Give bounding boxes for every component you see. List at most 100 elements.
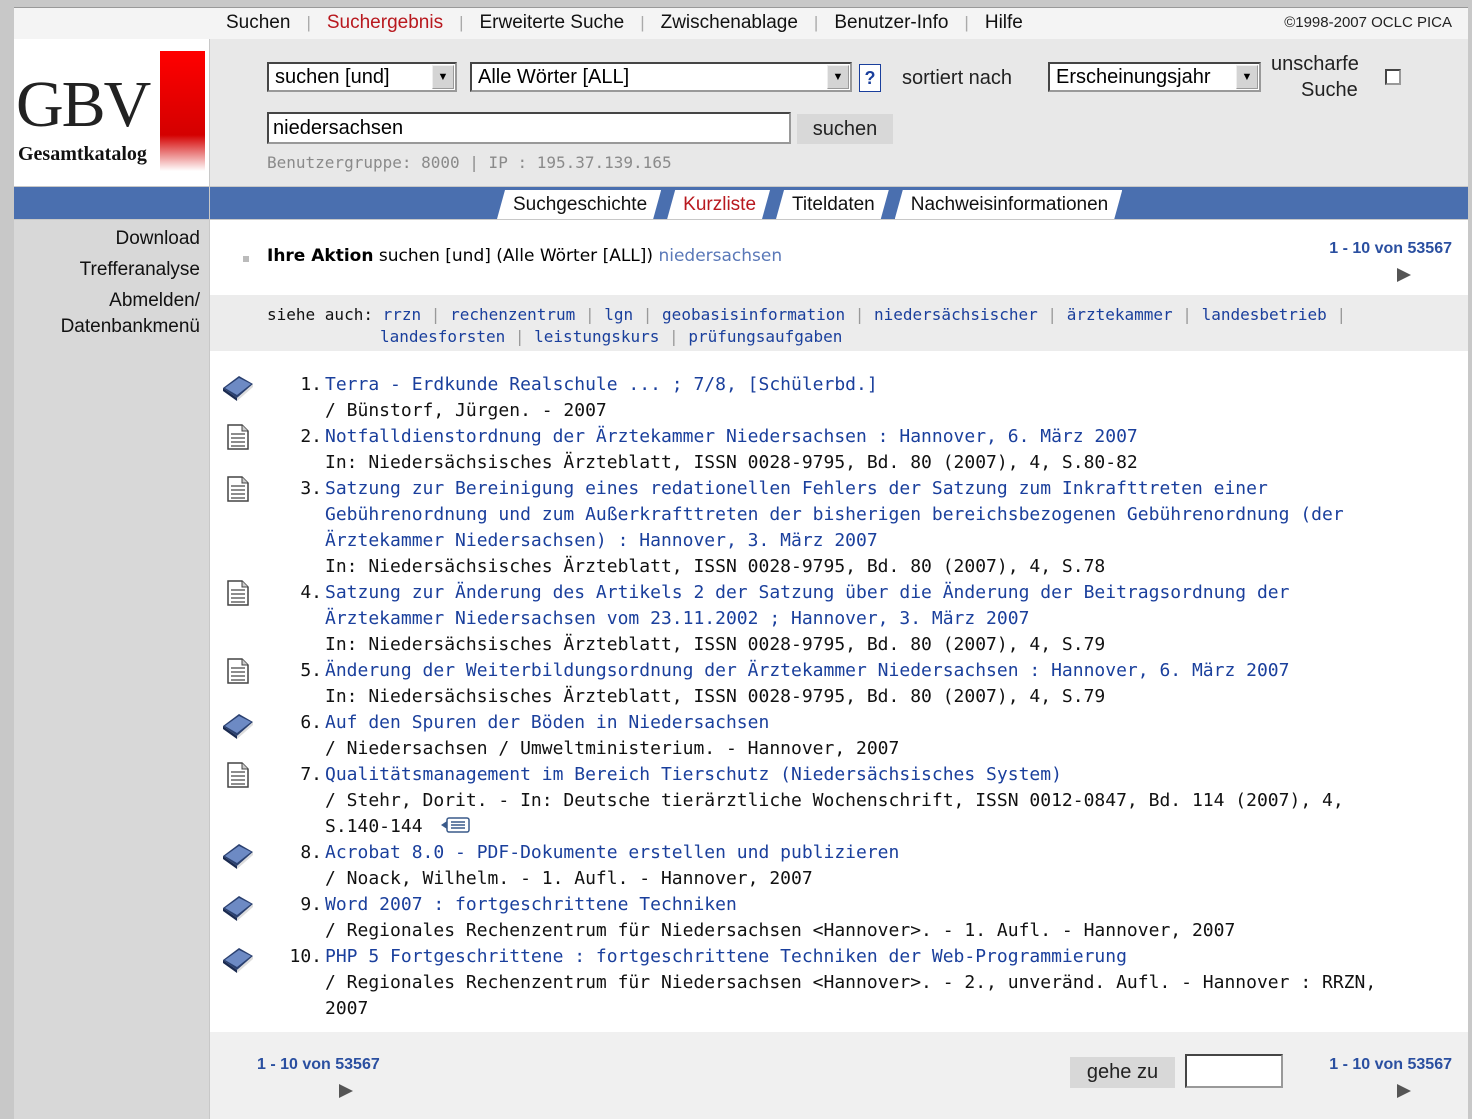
article-icon (227, 476, 249, 502)
book-icon (223, 896, 253, 921)
gbv-logo[interactable]: GBV Gesamtkatalog (14, 39, 209, 186)
left-border (0, 0, 14, 1119)
search-field-select[interactable]: Alle Wörter [ALL] ▼ (470, 62, 852, 92)
page: Suchen | Suchergebnis | Erweiterte Suche… (0, 0, 1472, 1119)
chevron-down-icon[interactable]: ▼ (432, 65, 454, 89)
sidebar-item-trefferanalyse[interactable]: Trefferanalyse (80, 259, 200, 281)
logo-text: GBV (16, 68, 151, 141)
result-number: 5. (300, 660, 322, 681)
result-title-link[interactable]: Änderung der Weiterbildungsordnung der Ä… (325, 660, 1290, 681)
pager-range-bottom-left: 1 - 10 von 53567 (257, 1056, 380, 1073)
result-number: 7. (300, 764, 322, 785)
see-also-link[interactable]: niedersächsischer (874, 305, 1038, 324)
tab-suchgeschichte[interactable]: Suchgeschichte (497, 190, 661, 219)
result-detail: In: Niedersächsisches Ärzteblatt, ISSN 0… (325, 686, 1106, 707)
result-title-link[interactable]: Ärztekammer Niedersachsen vom 23.11.2002… (325, 608, 1029, 629)
see-also-link[interactable]: ärztekammer (1067, 305, 1173, 324)
menu-benutzer-info[interactable]: Benutzer-Info (818, 12, 964, 34)
bullet-icon (243, 256, 249, 262)
action-term: niedersachsen (658, 246, 783, 266)
see-also-list: siehe auch: rrzn | rechenzentrum | lgn |… (267, 305, 1347, 346)
search-button[interactable]: suchen (796, 113, 894, 145)
result-number: 3. (300, 478, 322, 499)
article-icon (227, 658, 249, 684)
next-page-icon[interactable] (1397, 1084, 1411, 1098)
main-menu: Suchen | Suchergebnis | Erweiterte Suche… (210, 7, 1039, 38)
result-title-link[interactable]: Satzung zur Bereinigung eines redationel… (325, 478, 1268, 499)
result-body: Terra - Erdkunde Realschule ... ; 7/8, [… (325, 372, 1435, 424)
sort-label: sortiert nach (902, 67, 1013, 89)
see-also-link[interactable]: prüfungsaufgaben (688, 327, 842, 346)
result-title-link[interactable]: Notfalldienstordnung der Ärztekammer Nie… (325, 426, 1138, 447)
search-mode-select[interactable]: suchen [und] ▼ (267, 62, 457, 92)
tab-kurzliste[interactable]: Kurzliste (667, 190, 770, 219)
result-body: Änderung der Weiterbildungsordnung der Ä… (325, 658, 1435, 710)
see-also-link[interactable]: leistungskurs (534, 327, 659, 346)
next-page-icon[interactable] (339, 1084, 353, 1098)
see-also-link[interactable]: landesbetrieb (1202, 305, 1327, 324)
sidebar-item-datenbankmenu[interactable]: Datenbankmenü (61, 316, 200, 338)
book-icon (223, 844, 253, 869)
fuzzy-label: unscharfe (1271, 53, 1359, 75)
result-number: 9. (300, 894, 322, 915)
see-also-label: siehe auch: (267, 305, 373, 324)
right-border (1468, 0, 1472, 1119)
sidebar-item-abmelden[interactable]: Abmelden/ (109, 290, 200, 312)
user-group-info: Benutzergruppe: 8000 | IP : 195.37.139.1… (267, 153, 672, 172)
menu-erweiterte-suche[interactable]: Erweiterte Suche (464, 12, 641, 34)
result-body: Acrobat 8.0 - PDF-Dokumente erstellen un… (325, 840, 1435, 892)
result-detail: S.140-144 (325, 816, 423, 837)
result-title-link[interactable]: Auf den Spuren der Böden in Niedersachse… (325, 712, 769, 733)
menu-hilfe[interactable]: Hilfe (969, 12, 1039, 34)
result-title-link[interactable]: PHP 5 Fortgeschrittene : fortgeschritten… (325, 946, 1127, 967)
result-body: Auf den Spuren der Böden in Niedersachse… (325, 710, 1435, 762)
tab-nachweisinformationen[interactable]: Nachweisinformationen (895, 190, 1123, 219)
sort-select[interactable]: Erscheinungsjahr ▼ (1048, 62, 1261, 92)
sidebar: Download Trefferanalyse Abmelden/ Datenb… (14, 220, 209, 1119)
menu-suchergebnis[interactable]: Suchergebnis (311, 12, 459, 34)
tabs: Suchgeschichte Kurzliste Titeldaten Nach… (497, 190, 1128, 219)
chevron-down-icon[interactable]: ▼ (827, 65, 849, 89)
see-also-link[interactable]: landesforsten (380, 327, 505, 346)
search-mode-value: suchen [und] (275, 66, 390, 88)
tab-titeldaten[interactable]: Titeldaten (776, 190, 889, 219)
result-detail: / Noack, Wilhelm. - 1. Aufl. - Hannover,… (325, 868, 813, 889)
result-title-link[interactable]: Word 2007 : fortgeschrittene Techniken (325, 894, 737, 915)
result-body: Notfalldienstordnung der Ärztekammer Nie… (325, 424, 1435, 476)
result-detail: In: Niedersächsisches Ärzteblatt, ISSN 0… (325, 452, 1138, 473)
goto-button[interactable]: gehe zu (1070, 1057, 1175, 1088)
see-also-panel: siehe auch: rrzn | rechenzentrum | lgn |… (210, 295, 1468, 351)
result-title-link[interactable]: Satzung zur Änderung des Artikels 2 der … (325, 582, 1290, 603)
result-title-link[interactable]: Terra - Erdkunde Realschule ... ; 7/8, [… (325, 374, 878, 395)
action-row: Ihre Aktion suchen [und] (Alle Wörter [A… (210, 220, 1468, 295)
search-field-value: Alle Wörter [ALL] (478, 66, 630, 88)
help-button[interactable]: ? (859, 64, 881, 92)
result-detail: / Stehr, Dorit. - In: Deutsche tierärztl… (325, 790, 1344, 811)
goto-page-input[interactable] (1185, 1054, 1283, 1088)
online-access-icon[interactable] (439, 816, 473, 834)
result-number: 6. (300, 712, 322, 733)
result-body: Satzung zur Änderung des Artikels 2 der … (325, 580, 1435, 658)
result-title-link[interactable]: Gebührenordnung und zum Außerkrafttreten… (325, 504, 1344, 525)
menu-zwischenablage[interactable]: Zwischenablage (645, 12, 814, 34)
next-page-icon[interactable] (1397, 268, 1411, 282)
see-also-link[interactable]: rechenzentrum (450, 305, 575, 324)
search-input[interactable]: niedersachsen (267, 112, 791, 144)
article-icon (227, 762, 249, 788)
menu-suchen[interactable]: Suchen (210, 12, 306, 34)
result-title-link[interactable]: Ärztekammer Niedersachsen) : Hannover, 3… (325, 530, 878, 551)
logo-red-bar (160, 51, 205, 171)
see-also-link[interactable]: rrzn (383, 305, 422, 324)
result-title-link[interactable]: Acrobat 8.0 - PDF-Dokumente erstellen un… (325, 842, 899, 863)
sidebar-item-download[interactable]: Download (116, 228, 201, 250)
action-prefix: Ihre Aktion (267, 246, 374, 266)
book-icon (223, 376, 253, 401)
chevron-down-icon[interactable]: ▼ (1236, 65, 1258, 89)
article-icon (227, 424, 249, 450)
see-also-link[interactable]: geobasisinformation (662, 305, 845, 324)
see-also-link[interactable]: lgn (604, 305, 633, 324)
pager-range-top: 1 - 10 von 53567 (1329, 240, 1452, 257)
article-icon (227, 580, 249, 606)
result-title-link[interactable]: Qualitätsmanagement im Bereich Tierschut… (325, 764, 1062, 785)
fuzzy-search-checkbox[interactable] (1385, 69, 1401, 85)
